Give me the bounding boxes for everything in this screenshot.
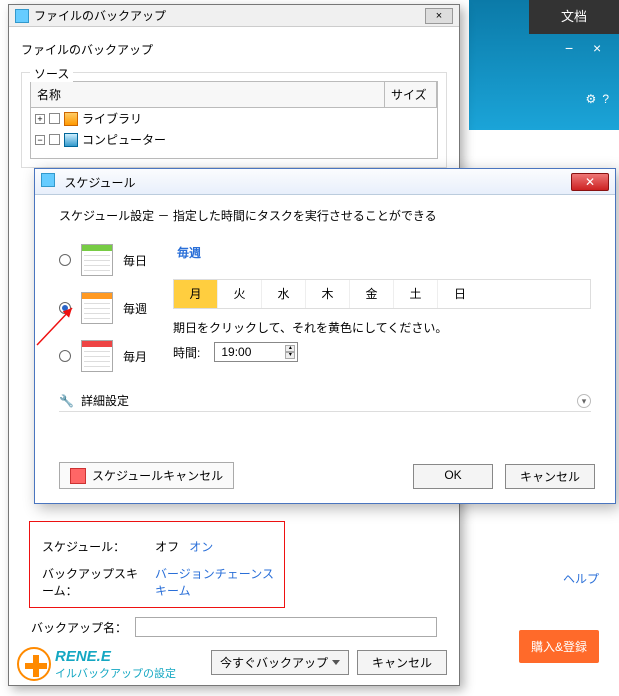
calendar-weekly-icon: [81, 292, 113, 324]
advanced-settings-row[interactable]: 🔧 詳細設定 ▾: [59, 392, 591, 412]
day-cell[interactable]: 火: [218, 280, 262, 308]
window-title: ファイルのバックアップ: [34, 7, 166, 24]
dialog-close-button[interactable]: ✕: [571, 173, 609, 191]
cancel-schedule-icon: [70, 468, 86, 484]
chevron-down-icon: [332, 660, 340, 665]
source-group-label: ソース: [30, 65, 73, 82]
source-group: ソース 名称 サイズ + ライブラリ −: [21, 72, 447, 168]
day-hint: 期日をクリックして、それを黄色にしてください。: [173, 319, 591, 336]
advanced-label: 詳細設定: [81, 392, 129, 409]
help-icon[interactable]: ?: [602, 92, 609, 106]
chevron-down-icon[interactable]: ▾: [577, 394, 591, 408]
bg-window-buttons: − ×: [565, 40, 613, 60]
day-cell[interactable]: 木: [306, 280, 350, 308]
wrench-icon: 🔧: [59, 394, 73, 408]
day-cell[interactable]: 金: [350, 280, 394, 308]
highlighted-settings: スケジュール： オフ オン バックアップスキーム： バージョンチェーンスキーム: [29, 521, 285, 608]
collapse-icon[interactable]: −: [35, 135, 45, 145]
dialog-titlebar: スケジュール ✕: [35, 169, 615, 195]
backup-now-label: 今すぐバックアップ: [220, 654, 328, 671]
close-icon[interactable]: ×: [593, 40, 613, 60]
cancel-schedule-label: スケジュールキャンセル: [92, 467, 223, 484]
radio-selected[interactable]: [59, 302, 71, 314]
library-icon: [64, 112, 78, 126]
freq-weekly[interactable]: 毎週: [59, 292, 147, 324]
ok-button[interactable]: OK: [413, 464, 493, 489]
spin-up-icon[interactable]: ▴: [285, 345, 295, 352]
time-spinner[interactable]: ▴ ▾: [285, 345, 295, 359]
backup-name-label: バックアップ名：: [31, 619, 127, 636]
gear-icon[interactable]: ⚙: [586, 92, 597, 106]
bg-toolbar: ⚙ ?: [586, 92, 609, 106]
tree-node-label: コンピューター: [82, 131, 166, 148]
schedule-on-link[interactable]: オン: [189, 538, 213, 555]
radio[interactable]: [59, 350, 71, 362]
minimize-icon[interactable]: −: [565, 40, 585, 60]
time-input[interactable]: 19:00 ▴ ▾: [214, 342, 298, 362]
schedule-label: スケジュール：: [42, 538, 125, 555]
freq-label: 毎週: [123, 300, 147, 317]
bg-buy-button[interactable]: 購入&登録: [519, 630, 599, 663]
logo-icon: [17, 647, 51, 681]
logo-text: RENE.E: [55, 648, 176, 665]
freq-monthly[interactable]: 毎月: [59, 340, 147, 372]
weekly-heading: 毎週: [177, 244, 591, 261]
source-table: 名称 サイズ + ライブラリ − コンピューター: [30, 81, 438, 159]
backup-name-input[interactable]: [135, 617, 437, 637]
scheme-link[interactable]: バージョンチェーンスキーム: [155, 565, 276, 599]
freq-label: 毎日: [123, 252, 147, 269]
cancel-button[interactable]: キャンセル: [357, 650, 447, 675]
app-icon: [15, 9, 29, 23]
day-cell[interactable]: 土: [394, 280, 438, 308]
dialog-title: スケジュール: [64, 176, 135, 190]
close-button[interactable]: ×: [425, 8, 453, 24]
bg-tab-docs[interactable]: 文档: [529, 0, 619, 34]
time-value: 19:00: [221, 345, 251, 359]
titlebar: ファイルのバックアップ ×: [9, 5, 459, 27]
dialog-icon: [41, 173, 55, 187]
computer-icon: [64, 133, 78, 147]
logo-subtitle: イルバックアップの設定: [55, 665, 176, 681]
freq-daily[interactable]: 毎日: [59, 244, 147, 276]
scheme-label: バックアップスキーム：: [42, 565, 145, 599]
backup-now-button[interactable]: 今すぐバックアップ: [211, 650, 349, 675]
radio[interactable]: [59, 254, 71, 266]
expand-icon[interactable]: +: [35, 114, 45, 124]
calendar-monthly-icon: [81, 340, 113, 372]
frequency-options: 毎日 毎週 毎月: [59, 244, 147, 372]
dialog-cancel-button[interactable]: キャンセル: [505, 464, 595, 489]
freq-label: 毎月: [123, 348, 147, 365]
day-cell[interactable]: 水: [262, 280, 306, 308]
schedule-dialog: スケジュール ✕ スケジュール設定 － 指定した時間にタスクを実行させることがで…: [34, 168, 616, 504]
tree-node-library[interactable]: + ライブラリ: [31, 108, 437, 129]
spin-down-icon[interactable]: ▾: [285, 352, 295, 359]
page-heading: ファイルのバックアップ: [21, 41, 447, 58]
time-label: 時間:: [173, 344, 200, 361]
bg-help-link[interactable]: ヘルプ: [563, 570, 599, 587]
calendar-daily-icon: [81, 244, 113, 276]
day-cell[interactable]: 月: [174, 280, 218, 308]
col-name[interactable]: 名称: [31, 82, 385, 108]
bg-filename-png: .png: [498, 684, 519, 696]
checkbox[interactable]: [49, 134, 60, 145]
tree-node-computer[interactable]: − コンピューター: [31, 129, 437, 150]
day-cell[interactable]: 日: [438, 280, 482, 308]
dialog-subtitle: スケジュール設定 － 指定した時間にタスクを実行させることができる: [59, 207, 591, 224]
cancel-schedule-button[interactable]: スケジュールキャンセル: [59, 462, 234, 489]
day-picker: 月火水木金土日: [173, 279, 591, 309]
tree-node-label: ライブラリ: [82, 110, 142, 127]
checkbox[interactable]: [49, 113, 60, 124]
col-size[interactable]: サイズ: [385, 82, 437, 108]
schedule-off: オフ: [155, 538, 179, 555]
brand-logo: RENE.E イルバックアップの設定: [17, 647, 176, 681]
